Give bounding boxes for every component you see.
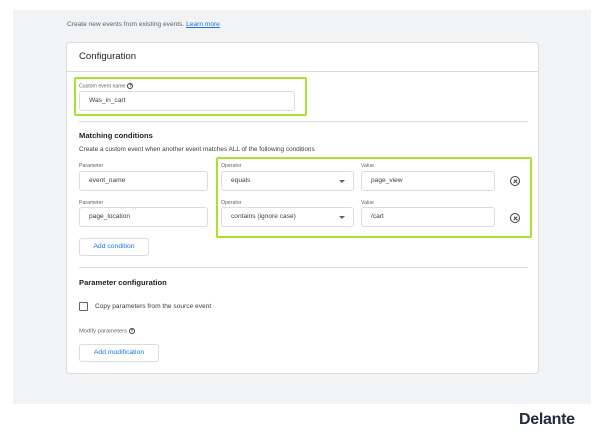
value-label: Value <box>361 200 374 206</box>
dropdown-caret-icon <box>339 180 345 183</box>
copy-parameters-label: Copy parameters from the source event <box>95 303 212 310</box>
parameter-configuration-title: Parameter configuration <box>79 278 167 287</box>
value-label: Value <box>361 163 374 169</box>
modify-parameters-text: Modify parameters <box>79 328 128 335</box>
value-input[interactable]: /cart <box>361 207 495 227</box>
modify-parameters-label: Modify parameters? <box>79 328 136 335</box>
add-modification-button[interactable]: Add modification <box>79 344 159 362</box>
configuration-title: Configuration <box>79 51 137 62</box>
operator-select[interactable]: contains (ignore case) <box>221 207 354 227</box>
learn-more-link[interactable]: Learn more <box>186 21 220 28</box>
custom-event-name-label: Custom event name? <box>79 83 134 90</box>
custom-event-name-input[interactable]: Was_in_cart <box>79 91 295 111</box>
brand-logo: Delante <box>519 411 575 428</box>
operator-value: equals <box>231 177 251 184</box>
remove-condition-icon[interactable] <box>510 176 520 186</box>
intro-description: Create new events from existing events. <box>67 21 185 28</box>
parameter-label: Parameter <box>79 163 104 169</box>
section-divider <box>79 267 528 268</box>
parameter-label: Parameter <box>79 200 104 206</box>
matching-conditions-description: Create a custom event when another event… <box>79 146 315 153</box>
copy-parameters-checkbox[interactable] <box>79 302 88 311</box>
operator-label: Operator <box>221 163 242 169</box>
parameter-input[interactable]: page_location <box>79 207 208 227</box>
custom-event-name-label-text: Custom event name <box>79 83 126 90</box>
configuration-divider <box>67 71 538 72</box>
remove-condition-icon[interactable] <box>510 213 520 223</box>
operator-select[interactable]: equals <box>221 171 354 191</box>
matching-conditions-title: Matching conditions <box>79 131 153 140</box>
value-input[interactable]: page_view <box>361 171 495 191</box>
help-icon[interactable]: ? <box>129 328 136 334</box>
add-condition-button[interactable]: Add condition <box>79 238 149 256</box>
operator-label: Operator <box>221 200 242 206</box>
intro-text: Create new events from existing events. … <box>67 21 220 28</box>
dropdown-caret-icon <box>339 216 345 219</box>
operator-value: contains (ignore case) <box>231 213 296 220</box>
help-icon[interactable]: ? <box>127 83 134 89</box>
parameter-input[interactable]: event_name <box>79 171 208 191</box>
section-divider <box>79 121 528 122</box>
